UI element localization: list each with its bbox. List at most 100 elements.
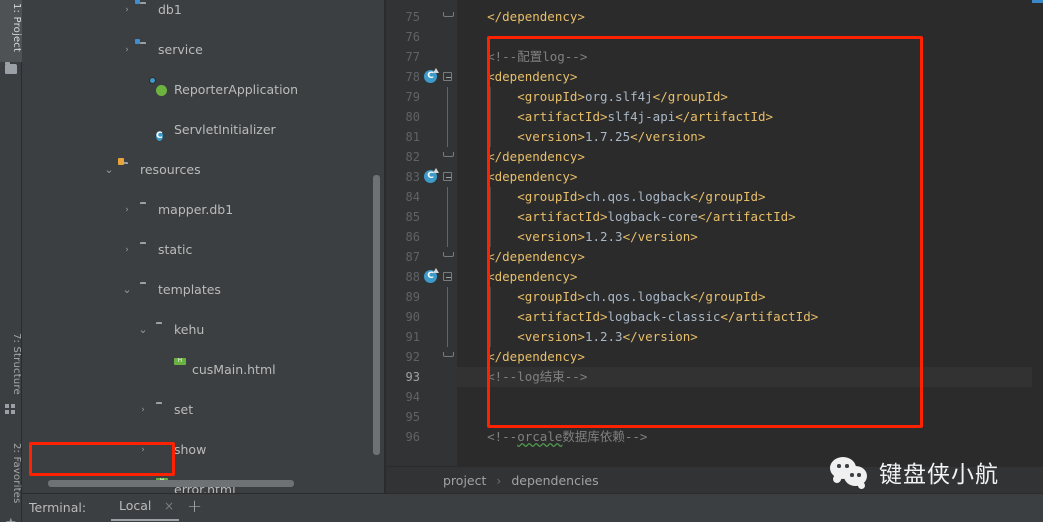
line-number: 85 [405, 210, 420, 224]
code-line[interactable]: <!--log结束--> [457, 367, 1043, 387]
code-token-txt: slf4j-api [607, 109, 676, 124]
fold-region-line [447, 287, 448, 307]
code-line[interactable]: <version>1.2.3</version> [457, 327, 1043, 347]
chevron-right-icon[interactable]: › [138, 440, 148, 460]
tool-button-project[interactable]: 1: Project [0, 0, 22, 62]
chevron-down-icon[interactable]: ⌄ [122, 280, 132, 300]
tree-item-db1[interactable]: › db1 [22, 0, 384, 20]
download-dependency-icon[interactable]: C [424, 68, 439, 84]
tree-item-cusmain-html[interactable]: HcusMain.html [22, 358, 384, 380]
terminal-add-icon[interactable]: + [187, 496, 202, 517]
chevron-right-icon[interactable]: › [122, 200, 132, 220]
line-number: 92 [405, 350, 420, 364]
download-dependency-icon[interactable]: C [424, 168, 439, 184]
indent-guide [490, 187, 491, 207]
tree-item-set[interactable]: › set [22, 400, 384, 420]
code-line[interactable]: <dependency> [457, 167, 1043, 187]
tree-item-show[interactable]: › show [22, 440, 384, 460]
fold-region-end-icon[interactable] [443, 252, 454, 257]
fold-collapse-icon[interactable] [443, 72, 454, 83]
code-line[interactable]: <version>1.2.3</version> [457, 227, 1043, 247]
code-editor[interactable]: 75 76 77 78 C 79 80 81 82 83 C 84 85 86 87 88 C 89 90 91 92 9… [386, 0, 1043, 493]
code-line[interactable]: <groupId>ch.qos.logback</groupId> [457, 187, 1043, 207]
code-token-txt: logback-core [607, 209, 698, 224]
code-line[interactable]: <groupId>org.slf4j</groupId> [457, 87, 1043, 107]
download-dependency-icon[interactable]: C [424, 268, 439, 284]
fold-region-end-icon[interactable] [443, 12, 454, 17]
line-number: 83 [405, 170, 420, 184]
tree-item-label: cusMain.html [192, 362, 276, 377]
chevron-right-icon[interactable]: › [122, 0, 132, 20]
fold-region-end-icon[interactable] [443, 152, 454, 157]
editor-gutter[interactable]: 75 76 77 78 C 79 80 81 82 83 C 84 85 86 87 88 C 89 90 91 92 9… [386, 0, 457, 466]
code-line[interactable]: </dependency> [457, 7, 1043, 27]
code-line[interactable]: <artifactId>slf4j-api</artifactId> [457, 107, 1043, 127]
tree-item-service[interactable]: › service [22, 40, 384, 60]
tool-button-favorites[interactable]: 2: Favorites [0, 440, 22, 512]
tool-button-structure[interactable]: 7: Structure [0, 330, 22, 402]
tree-item-mapper-db1[interactable]: › mapper.db1 [22, 200, 384, 220]
tree-item-kehu[interactable]: ⌄ kehu [22, 320, 384, 340]
fold-region-line [447, 187, 448, 207]
line-number: 86 [405, 230, 420, 244]
terminal-tab-local[interactable]: Local [119, 498, 151, 513]
tree-horizontal-scrollbar[interactable] [48, 480, 294, 487]
fold-collapse-icon[interactable] [443, 172, 454, 183]
indent-guide [490, 227, 491, 247]
breadcrumb-leaf[interactable]: dependencies [511, 473, 598, 488]
code-line[interactable]: <artifactId>logback-core</artifactId> [457, 207, 1043, 227]
tree-item-reporterapplication[interactable]: ReporterApplication [22, 77, 384, 100]
code-token-tag: </dependency> [457, 349, 585, 364]
chevron-right-icon[interactable]: › [122, 40, 132, 60]
structure-icon [5, 404, 17, 415]
error-stripe-bar[interactable] [1032, 0, 1043, 466]
tree-item-label: db1 [158, 2, 182, 17]
folder-source-icon [140, 4, 154, 17]
fold-collapse-icon[interactable] [443, 272, 454, 283]
code-line[interactable] [457, 407, 1043, 427]
code-line[interactable]: </dependency> [457, 247, 1043, 267]
fold-region-end-icon[interactable] [443, 352, 454, 357]
code-line[interactable]: <dependency> [457, 267, 1043, 287]
code-line[interactable]: <groupId>ch.qos.logback</groupId> [457, 287, 1043, 307]
chevron-down-icon[interactable]: ⌄ [138, 320, 148, 340]
code-line[interactable]: <artifactId>logback-classic</artifactId> [457, 307, 1043, 327]
html-file-icon: H [174, 358, 188, 377]
code-token-tag: </version> [622, 329, 698, 344]
code-line[interactable]: <!--配置log--> [457, 47, 1043, 67]
terminal-close-icon[interactable]: × [164, 499, 174, 513]
code-line[interactable]: <dependency> [457, 67, 1043, 87]
editor-code-area[interactable]: </dependency> <!--配置log--> <dependency> … [457, 0, 1043, 466]
breadcrumb-root[interactable]: project [443, 473, 486, 488]
fold-region-line [447, 327, 448, 347]
breadcrumb-separator-icon: › [496, 473, 502, 488]
line-number: 78 [405, 70, 420, 84]
code-line[interactable]: </dependency> [457, 347, 1043, 367]
chevron-right-icon[interactable]: › [138, 400, 148, 420]
code-line[interactable] [457, 27, 1043, 47]
code-token-cmt: <!--配置log--> [457, 49, 588, 64]
folder-icon [140, 284, 154, 297]
code-token-txt: ch.qos.logback [584, 289, 691, 304]
code-token-tag: <version> [457, 129, 585, 144]
code-token-cmt: <!-- [457, 429, 518, 444]
chevron-right-icon[interactable]: › [122, 240, 132, 260]
project-tree-panel[interactable]: › db1 › service ReporterApplication C ServletI… [22, 0, 384, 493]
tree-item-static[interactable]: › static [22, 240, 384, 260]
code-line[interactable]: </dependency> [457, 147, 1043, 167]
error-stripe-marker[interactable] [1032, 0, 1043, 3]
line-number: 91 [405, 330, 420, 344]
indent-guide [490, 307, 491, 327]
tree-item-servletinitializer[interactable]: C ServletInitializer [22, 120, 384, 141]
tree-vertical-scrollbar[interactable] [373, 175, 380, 455]
folder-icon [140, 204, 154, 217]
code-line[interactable] [457, 387, 1043, 407]
tool-button-structure-label: 7: Structure [11, 333, 22, 395]
code-line[interactable]: <!--orcale数据库依赖--> [457, 427, 1043, 447]
folder-icon [156, 444, 170, 457]
tree-item-label: templates [158, 282, 221, 297]
chevron-down-icon[interactable]: ⌄ [104, 160, 114, 180]
code-line[interactable]: <version>1.7.25</version> [457, 127, 1043, 147]
tree-item-templates[interactable]: ⌄ templates [22, 280, 384, 300]
tree-item-resources[interactable]: ⌄ resources [22, 160, 384, 180]
